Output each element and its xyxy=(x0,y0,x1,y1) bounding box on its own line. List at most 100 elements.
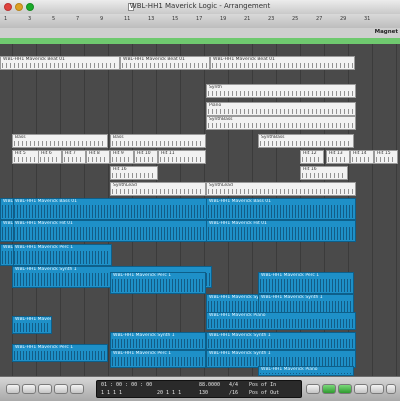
audio-region[interactable]: WBL-HH1 Maverick Hit 01 xyxy=(12,220,212,242)
midi-region[interactable]: WBL-HH1 Maverick Beat 01 xyxy=(0,56,120,70)
ruler-bar-number: 5 xyxy=(52,16,56,22)
title-bar: WBL-HH1 Maverick Logic - Arrangement xyxy=(0,0,400,15)
audio-region[interactable]: WBL-HH1 Maverick Synth 1 xyxy=(110,332,206,350)
pos-out-label: Pos of Out xyxy=(249,390,280,396)
midi-notes xyxy=(328,157,348,162)
ruler-bar-number: 31 xyxy=(364,16,371,22)
midi-region[interactable]: WBL-HH1 Maverick Beat 01 xyxy=(120,56,210,70)
audio-region[interactable]: WBL-HH1 Maverick Piano xyxy=(206,312,356,330)
midi-notes xyxy=(88,157,108,162)
midi-region[interactable]: Hit 16 xyxy=(110,166,158,180)
waveform xyxy=(260,373,352,374)
waveform xyxy=(208,319,354,328)
rewind-button[interactable] xyxy=(22,384,36,394)
midi-region[interactable]: Hit 8 xyxy=(86,150,110,164)
fast-forward-button[interactable] xyxy=(38,384,52,394)
ruler-bar-number: 3 xyxy=(28,16,32,22)
midi-notes xyxy=(64,157,84,162)
time-signature: 4/4 xyxy=(229,382,239,388)
go-to-beginning-button[interactable] xyxy=(6,384,20,394)
audio-region[interactable]: WBL-HH1 Maverick Bass 01 xyxy=(206,198,356,220)
midi-region[interactable]: Hit 7 xyxy=(62,150,86,164)
audio-region[interactable]: WBL-HH1 Maverick Perc 1 xyxy=(110,272,206,294)
midi-region[interactable]: WBL-HH1 Maverick Beat 01 xyxy=(210,56,355,70)
play-button[interactable] xyxy=(70,384,84,394)
midi-region[interactable]: SynthLead xyxy=(206,182,356,196)
bar-count: 130 xyxy=(199,390,209,396)
bar-ruler[interactable]: 1 3 5 7 9 11 13 15 17 19 21 23 25 27 29 31 xyxy=(0,14,400,29)
punch-button[interactable] xyxy=(354,384,368,394)
audio-region[interactable]: WBL-HH1 Maverick Perc 1 xyxy=(0,244,14,266)
replace-button[interactable] xyxy=(306,384,320,394)
waveform xyxy=(14,205,210,218)
midi-region[interactable]: Hit 10 xyxy=(134,150,158,164)
audio-region[interactable]: WBL-HH1 Maverick Piano xyxy=(12,316,52,334)
ruler-bar-number: 11 xyxy=(124,16,131,22)
solo-button[interactable] xyxy=(370,384,384,394)
waveform xyxy=(14,323,50,332)
midi-region[interactable]: Hit 9 xyxy=(110,150,134,164)
midi-notes xyxy=(352,157,372,162)
waveform xyxy=(14,351,106,360)
midi-notes xyxy=(112,189,204,194)
waveform xyxy=(208,205,354,218)
audio-region[interactable]: WBL-HH1 Maverick Perc 1 xyxy=(258,272,354,294)
midi-region[interactable]: SynthBass xyxy=(258,134,354,148)
ruler-bar-number: 23 xyxy=(268,16,275,22)
midi-region[interactable]: SynthBass xyxy=(206,116,356,130)
sync-button[interactable] xyxy=(386,384,396,394)
waveform xyxy=(2,227,12,240)
waveform xyxy=(112,339,204,348)
midi-region[interactable]: Hit 14 xyxy=(350,150,374,164)
midi-notes xyxy=(208,123,354,128)
midi-notes xyxy=(40,157,60,162)
audio-region[interactable]: WBL-HH1 Maverick Perc 1 xyxy=(12,244,112,266)
waveform xyxy=(2,251,12,264)
midi-region[interactable]: Hit 12 xyxy=(300,150,324,164)
arrange-area[interactable]: WBL-HH1 Maverick Beat 01 WBL-HH1 Maverick… xyxy=(0,44,400,376)
ruler-bar-number: 29 xyxy=(340,16,347,22)
transport-bar: 01 : 00 : 00 : 00 1 1 1 1 20 1 1 1 88.00… xyxy=(0,376,400,401)
waveform xyxy=(208,339,354,348)
position-smpte: 01 : 00 : 00 : 00 xyxy=(101,382,153,388)
audio-region[interactable]: WBL-HH1 Maverick Perc 1 xyxy=(110,350,206,368)
midi-region[interactable]: Hit 13 xyxy=(326,150,350,164)
ruler-bar-number: 13 xyxy=(148,16,155,22)
waveform xyxy=(14,227,210,240)
stop-button[interactable] xyxy=(54,384,68,394)
cycle-button[interactable] xyxy=(322,384,336,394)
midi-region[interactable]: SynthLead xyxy=(110,182,206,196)
audio-region[interactable]: WBL-HH1 Maverick Hit 01 xyxy=(0,198,14,220)
ruler-bar-number: 15 xyxy=(172,16,179,22)
midi-notes xyxy=(2,63,118,68)
subposition: 20 1 1 1 xyxy=(157,390,182,396)
waveform xyxy=(112,357,204,366)
grid-line xyxy=(372,44,373,376)
transport-display: 01 : 00 : 00 : 00 1 1 1 1 20 1 1 1 88.00… xyxy=(96,380,302,398)
ruler-bar-number: 9 xyxy=(100,16,104,22)
audio-region[interactable]: WBL-HH1 Maverick Bass 01 xyxy=(12,198,212,220)
audio-region[interactable]: WBL-HH1 Maverick Perc 1 xyxy=(12,344,108,362)
midi-region[interactable]: Hit 11 xyxy=(158,150,206,164)
midi-notes xyxy=(212,63,353,68)
midi-region[interactable]: Hit 15 xyxy=(374,150,398,164)
marker-label: Magnet xyxy=(374,29,398,35)
midi-region[interactable]: Hit 6 xyxy=(38,150,62,164)
midi-region[interactable]: Piano xyxy=(206,102,356,116)
metronome-button[interactable] xyxy=(338,384,352,394)
midi-notes xyxy=(160,157,204,162)
waveform xyxy=(260,279,352,292)
audio-region[interactable]: WBL-HH1 Maverick Hit 01 xyxy=(0,220,14,242)
ruler-bar-number: 19 xyxy=(220,16,227,22)
midi-region[interactable]: Bass xyxy=(110,134,206,148)
midi-region[interactable]: Bass xyxy=(12,134,108,148)
midi-region[interactable]: Hit 16 xyxy=(300,166,348,180)
audio-region[interactable]: WBL-HH1 Maverick Synth 1 xyxy=(206,332,356,350)
audio-region[interactable]: WBL-HH1 Maverick Hit 01 xyxy=(206,220,356,242)
midi-notes xyxy=(208,109,354,114)
window-title: WBL-HH1 Maverick Logic - Arrangement xyxy=(129,2,271,10)
audio-region[interactable]: WBL-HH1 Maverick Piano xyxy=(258,366,354,376)
ruler-bar-number: 27 xyxy=(316,16,323,22)
waveform xyxy=(208,227,354,240)
midi-region[interactable]: Synth xyxy=(206,84,356,98)
